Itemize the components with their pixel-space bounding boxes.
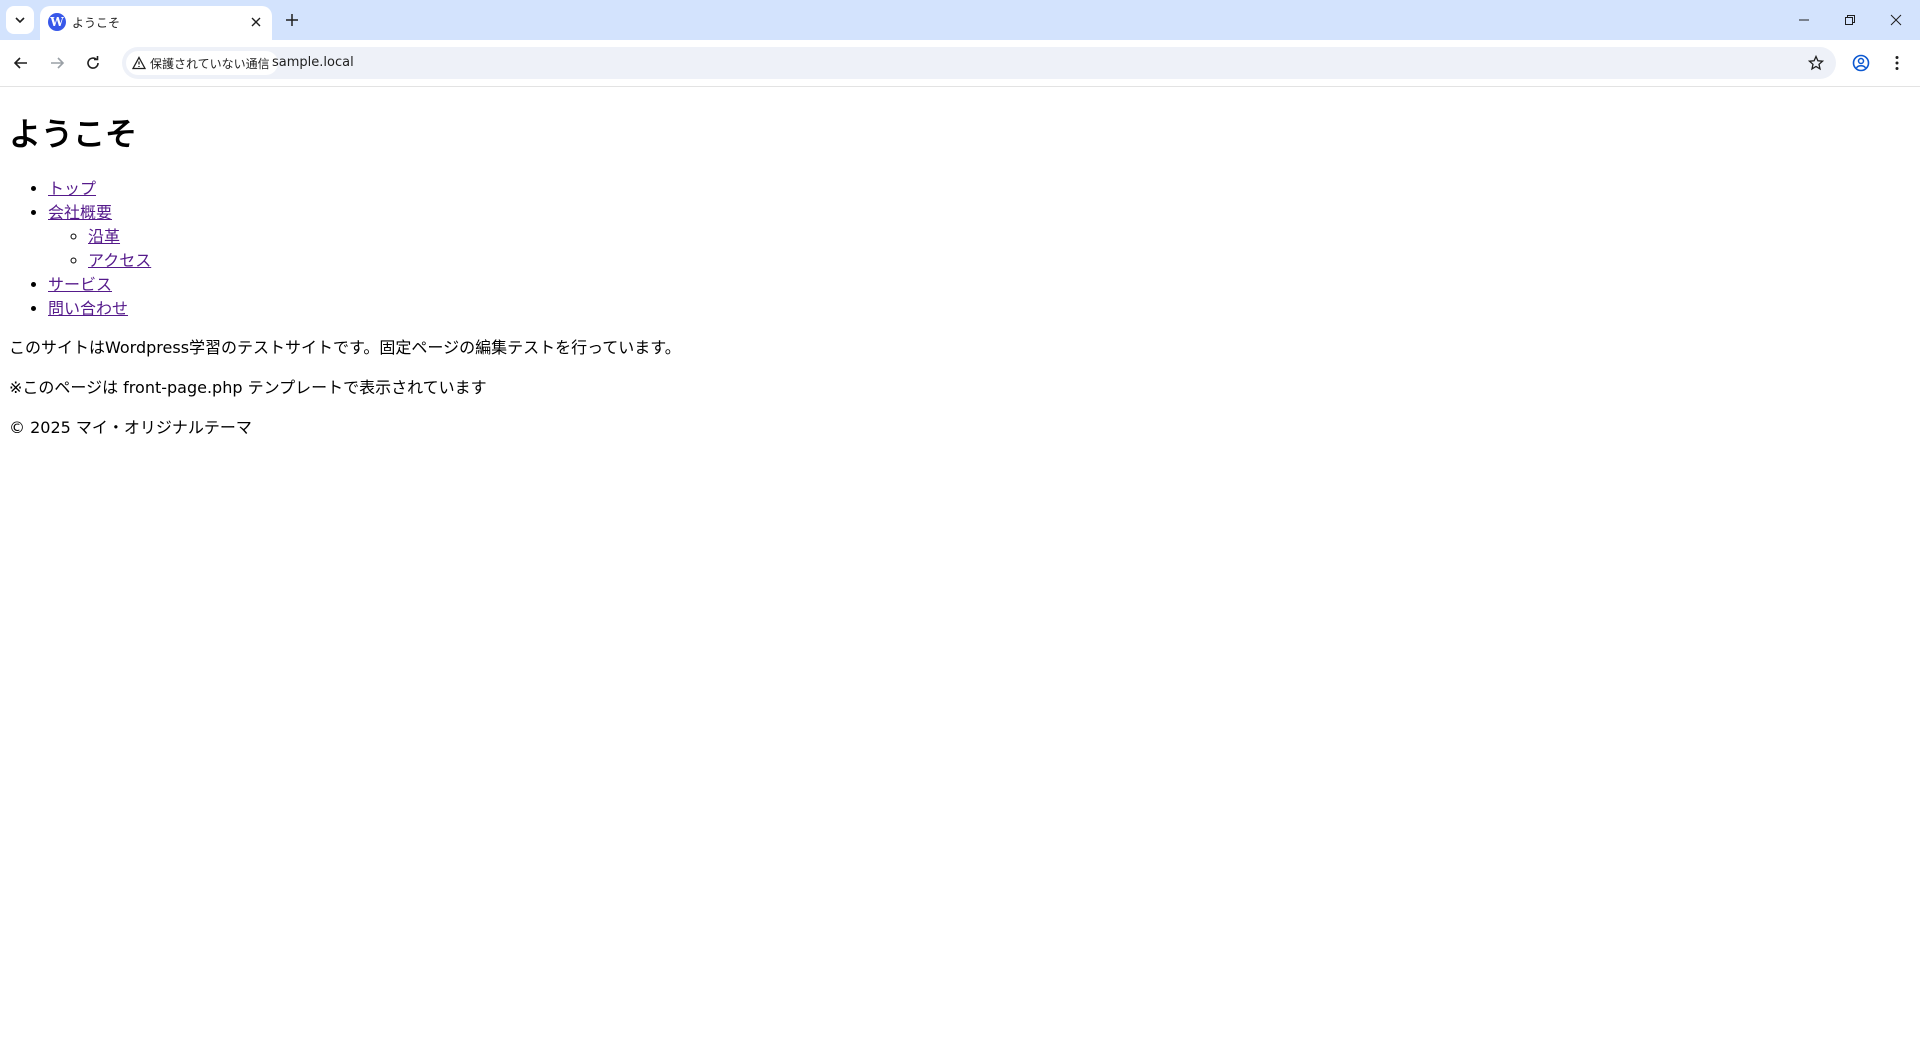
tab-search-button[interactable] [6, 6, 34, 34]
more-vert-icon [1895, 56, 1899, 70]
browser-tab[interactable]: W ようこそ [40, 6, 272, 40]
menu-link-top[interactable]: トップ [48, 179, 96, 198]
wordpress-icon: W [48, 13, 66, 31]
close-icon [1890, 14, 1902, 26]
menu-link-contact[interactable]: 問い合わせ [48, 299, 128, 318]
bookmark-button[interactable] [1804, 51, 1828, 75]
submenu-item-history: 沿革 [88, 225, 151, 249]
menu-link-access[interactable]: アクセス [88, 251, 151, 270]
url-text[interactable]: sample.local [272, 55, 354, 70]
chevron-down-icon [15, 17, 25, 24]
global-menu: トップ 会社概要 沿革 アクセス サービス 問い合わせ [9, 177, 151, 321]
reload-button[interactable] [78, 48, 108, 78]
close-window-button[interactable] [1873, 0, 1919, 40]
template-note: ※このページは front-page.php テンプレートで表示されています [9, 378, 487, 397]
new-tab-button[interactable] [280, 8, 304, 32]
tab-strip: W ようこそ [0, 0, 1920, 40]
menu-item-contact: 問い合わせ [48, 297, 151, 321]
star-icon [1808, 55, 1824, 71]
menu-item-top: トップ [48, 177, 151, 201]
forward-button[interactable] [42, 48, 72, 78]
footer-copyright: © 2025 マイ・オリジナルテーマ [9, 418, 252, 437]
security-label: 保護されていない通信 [150, 56, 270, 71]
submenu-item-access: アクセス [88, 249, 151, 273]
submenu-company: 沿革 アクセス [48, 225, 151, 273]
arrow-right-icon [51, 57, 65, 69]
tab-title: ようこそ [72, 16, 121, 30]
account-icon [1852, 54, 1870, 72]
minimize-button[interactable] [1781, 0, 1827, 40]
menu-link-company[interactable]: 会社概要 [48, 203, 112, 222]
menu-item-company: 会社概要 沿革 アクセス [48, 201, 151, 273]
reload-icon [87, 56, 99, 69]
menu-button[interactable] [1882, 48, 1912, 78]
menu-link-service[interactable]: サービス [48, 275, 112, 294]
plus-icon [286, 14, 298, 26]
page-title: ようこそ [9, 115, 138, 153]
security-chip[interactable]: 保護されていない通信 [126, 51, 278, 75]
intro-text: このサイトはWordpress学習のテストサイトです。固定ページの編集テストを行… [9, 338, 681, 357]
warning-icon [132, 56, 146, 70]
address-bar[interactable]: 保護されていない通信 sample.local [122, 47, 1836, 79]
minimize-icon [1799, 19, 1809, 21]
browser-toolbar: 保護されていない通信 sample.local [0, 40, 1920, 87]
arrow-left-icon [13, 57, 27, 69]
restore-icon [1845, 15, 1855, 25]
close-icon [251, 17, 261, 27]
menu-item-service: サービス [48, 273, 151, 297]
restore-button[interactable] [1827, 0, 1873, 40]
tab-close-button[interactable] [246, 12, 266, 32]
profile-button[interactable] [1846, 48, 1876, 78]
menu-link-history[interactable]: 沿革 [88, 227, 120, 246]
back-button[interactable] [6, 48, 36, 78]
page-content: ようこそ トップ 会社概要 沿革 アクセス サービス 問い合わせ このサイトはW… [0, 87, 1920, 1040]
